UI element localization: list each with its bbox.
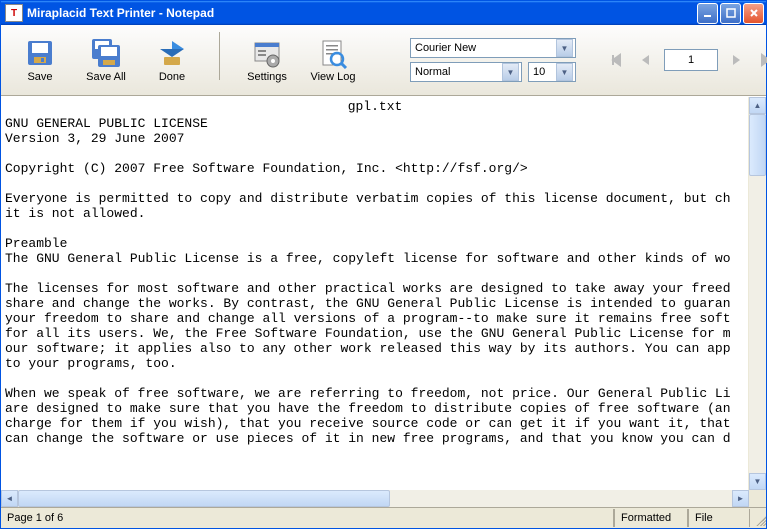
page-number-input[interactable] (664, 49, 718, 71)
font-style-combo[interactable]: Normal ▼ (410, 62, 522, 82)
chevron-down-icon: ▼ (556, 63, 573, 81)
view-log-icon (317, 37, 349, 69)
first-page-button[interactable] (604, 48, 628, 72)
save-all-button[interactable]: Save All (79, 32, 133, 88)
page-nav (604, 48, 767, 72)
view-log-label: View Log (310, 71, 355, 83)
done-label: Done (159, 71, 185, 83)
app-window: T Miraplacid Text Printer - Notepad Save (0, 0, 767, 529)
window-controls (697, 3, 764, 24)
document-text[interactable]: GNU GENERAL PUBLIC LICENSE Version 3, 29… (1, 116, 749, 446)
done-icon (156, 37, 188, 69)
titlebar: T Miraplacid Text Printer - Notepad (1, 1, 766, 25)
close-button[interactable] (743, 3, 764, 24)
document-filename: gpl.txt (1, 97, 749, 116)
minimize-button[interactable] (697, 3, 718, 24)
font-family-combo[interactable]: Courier New ▼ (410, 38, 576, 58)
scroll-track-horizontal[interactable] (18, 490, 732, 507)
toolbar-buttons: Save Save All Done Settings (13, 32, 360, 88)
scroll-down-button[interactable]: ▼ (749, 473, 766, 490)
app-icon: T (5, 4, 23, 22)
toolbar-divider (219, 32, 220, 80)
status-page: Page 1 of 6 (1, 509, 614, 527)
toolbar: Save Save All Done Settings (1, 25, 766, 96)
font-family-value: Courier New (415, 42, 556, 54)
settings-label: Settings (247, 71, 287, 83)
status-bar: Page 1 of 6 Formatted File (1, 507, 766, 528)
settings-button[interactable]: Settings (240, 32, 294, 88)
chevron-down-icon: ▼ (556, 39, 573, 57)
status-formatted: Formatted (614, 509, 688, 527)
save-label: Save (27, 71, 52, 83)
chevron-down-icon: ▼ (502, 63, 519, 81)
last-page-button[interactable] (754, 48, 767, 72)
done-button[interactable]: Done (145, 32, 199, 88)
resize-grip[interactable] (750, 510, 766, 526)
scroll-thumb-vertical[interactable] (749, 114, 766, 176)
save-all-label: Save All (86, 71, 126, 83)
save-icon (24, 37, 56, 69)
maximize-button[interactable] (720, 3, 741, 24)
vertical-scrollbar[interactable]: ▲ ▼ (748, 97, 766, 490)
scroll-thumb-horizontal[interactable] (18, 490, 390, 507)
next-page-button[interactable] (724, 48, 748, 72)
status-file: File (688, 509, 750, 527)
scroll-up-button[interactable]: ▲ (749, 97, 766, 114)
scroll-corner (749, 490, 766, 507)
document-area: gpl.txt GNU GENERAL PUBLIC LICENSE Versi… (1, 96, 766, 490)
save-all-icon (90, 37, 122, 69)
font-style-value: Normal (415, 66, 502, 78)
prev-page-button[interactable] (634, 48, 658, 72)
view-log-button[interactable]: View Log (306, 32, 360, 88)
scroll-right-button[interactable]: ► (732, 490, 749, 507)
window-title: Miraplacid Text Printer - Notepad (27, 6, 697, 20)
font-panel: Courier New ▼ Normal ▼ 10 ▼ (410, 38, 576, 82)
font-size-value: 10 (533, 66, 556, 78)
settings-icon (251, 37, 283, 69)
scroll-left-button[interactable]: ◄ (1, 490, 18, 507)
save-button[interactable]: Save (13, 32, 67, 88)
horizontal-scrollbar[interactable]: ◄ ► (1, 490, 766, 507)
font-size-combo[interactable]: 10 ▼ (528, 62, 576, 82)
